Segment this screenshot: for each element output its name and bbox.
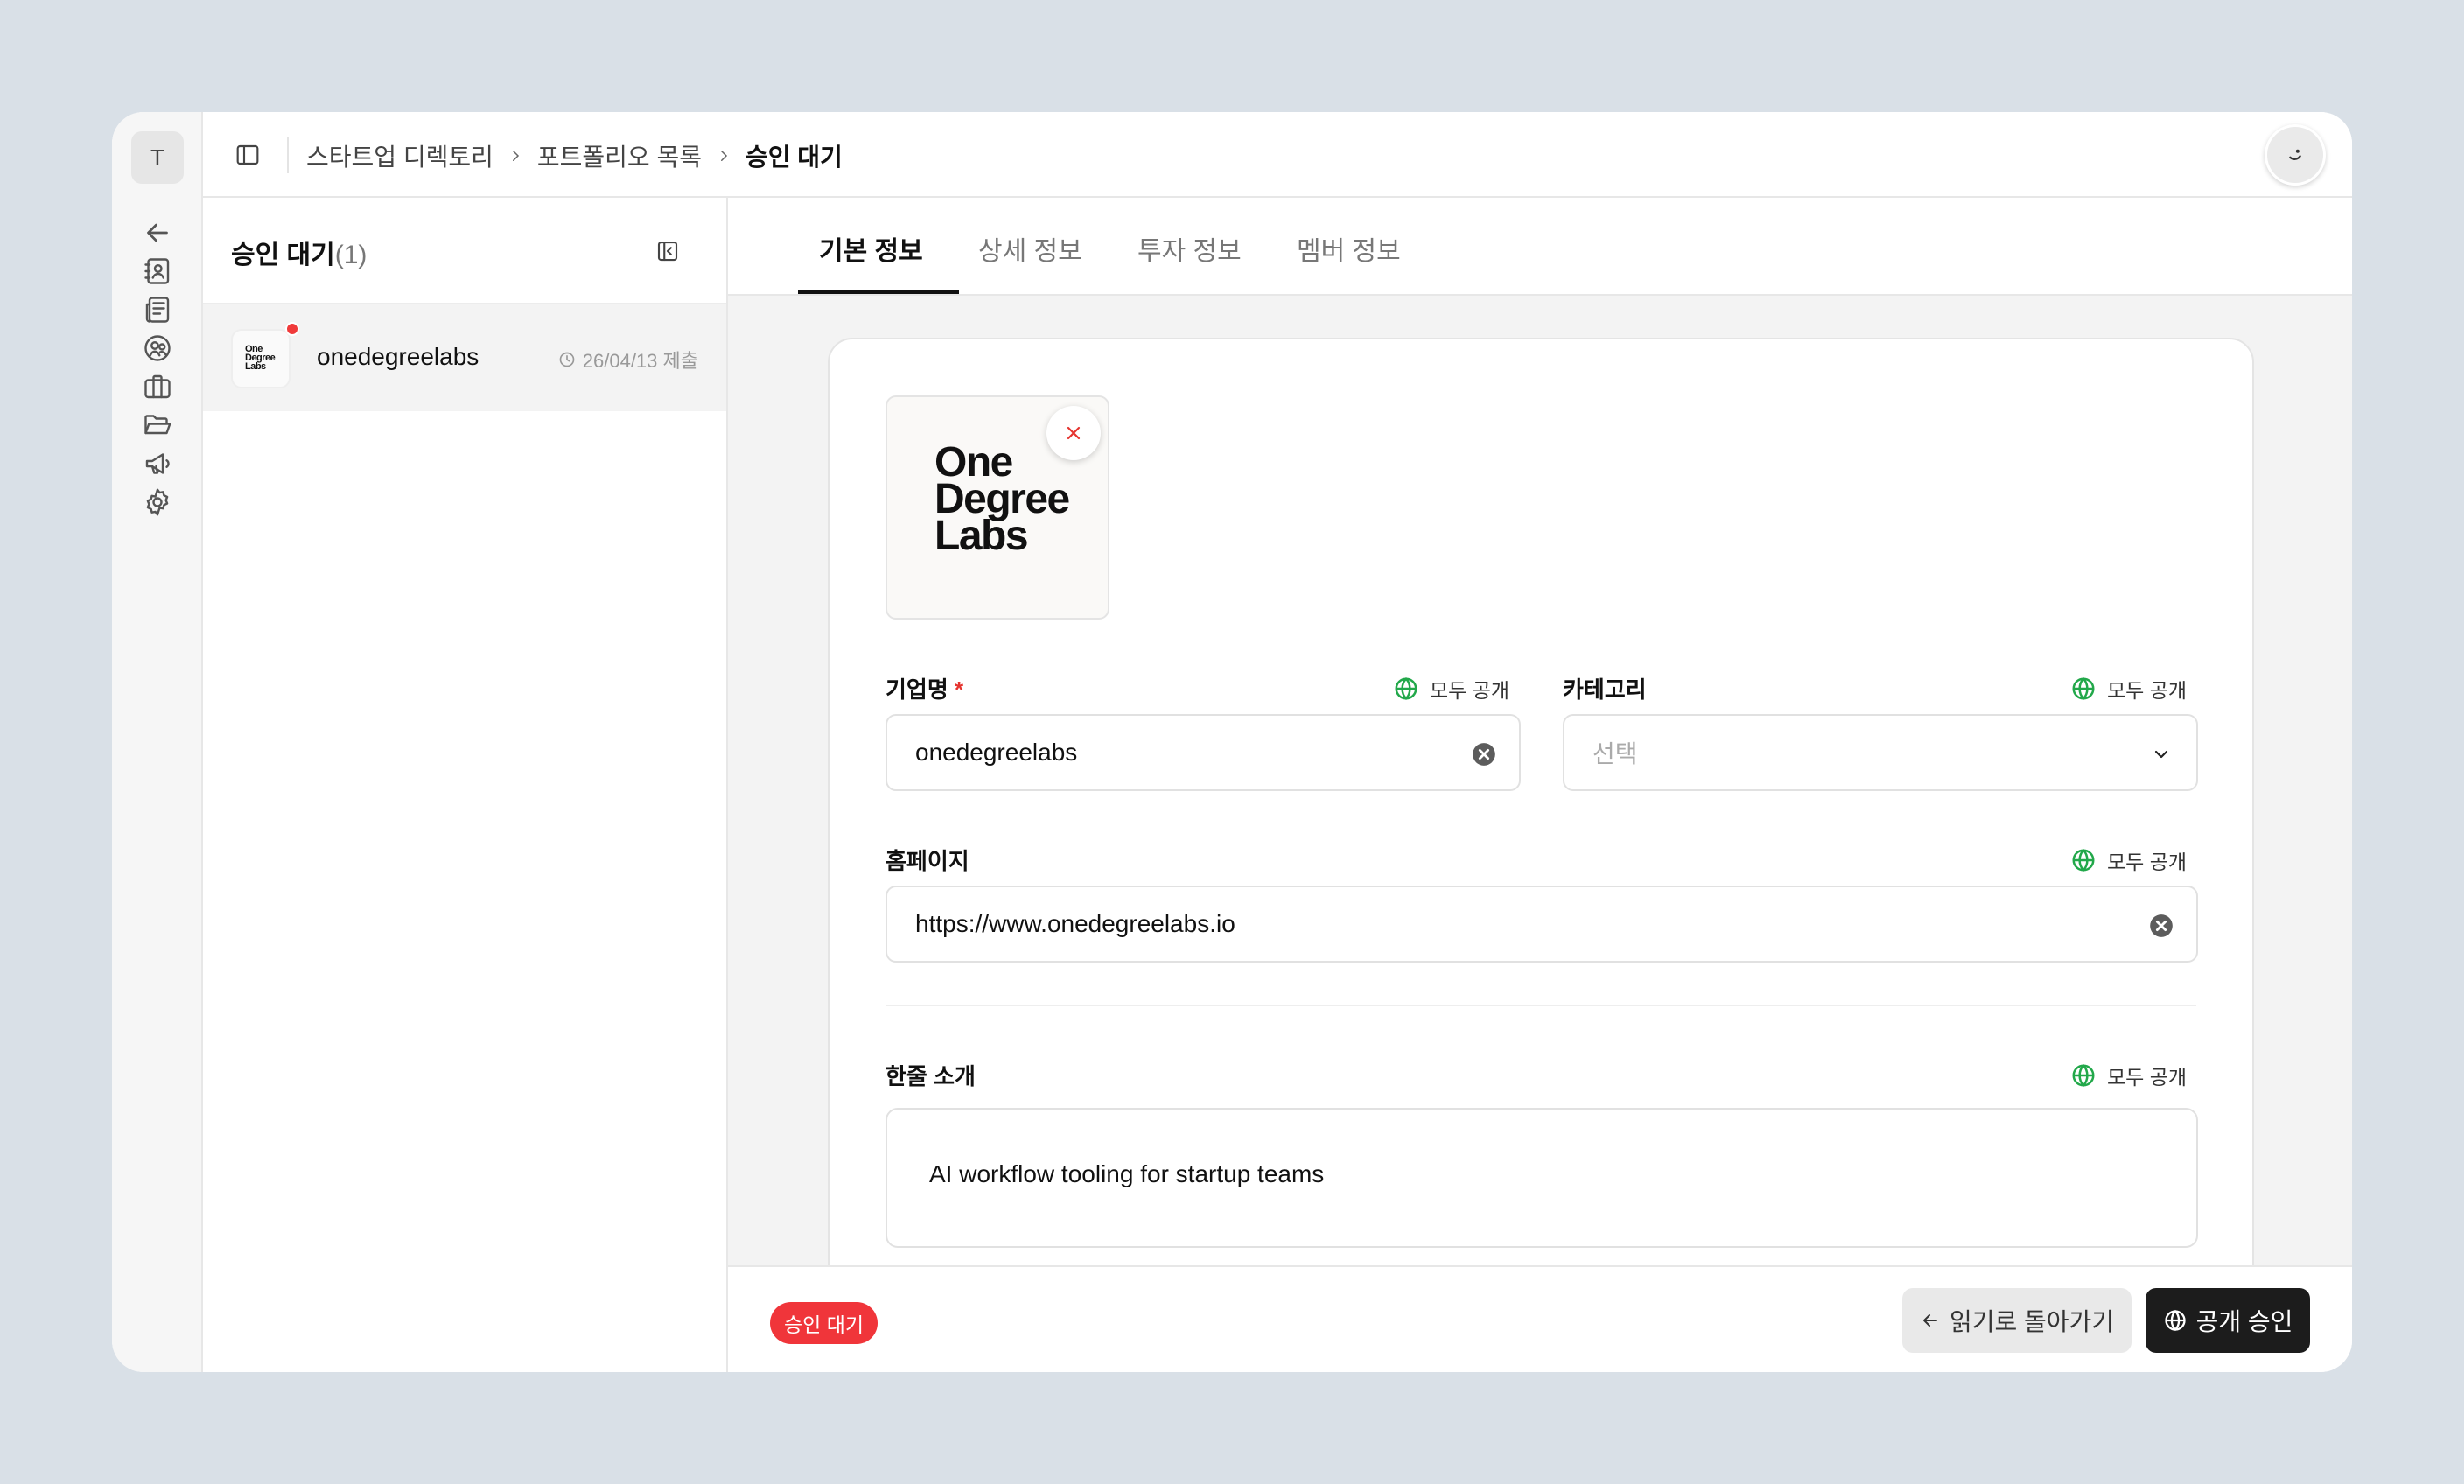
- category-visibility[interactable]: 모두 공개: [2070, 674, 2187, 704]
- tab-basic-info[interactable]: 기본 정보: [819, 229, 923, 268]
- action-footer: 승인 대기 읽기로 돌아가기 공개 승인: [728, 1265, 2352, 1372]
- company-name-field[interactable]: onedegreelabs: [886, 714, 1521, 791]
- list-count: (1): [334, 241, 368, 270]
- company-logo: One Degree Labs: [934, 439, 1070, 559]
- tab-investment-info[interactable]: 투자 정보: [1138, 229, 1242, 268]
- clock-icon: [559, 352, 575, 368]
- arrow-left-icon: [1922, 1314, 1937, 1326]
- globe-icon: [2072, 1063, 2095, 1088]
- list-item-date-text: 26/04/13 제출: [582, 350, 698, 372]
- chevron-right-icon: [716, 148, 732, 164]
- homepage-visibility[interactable]: 모두 공개: [2070, 845, 2187, 875]
- active-tab-indicator: [798, 290, 959, 294]
- breadcrumb-portfolio-list[interactable]: 포트폴리오 목록: [537, 138, 702, 173]
- breadcrumb-current: 승인 대기: [745, 144, 843, 171]
- category-visibility-text: 모두 공개: [2107, 679, 2188, 702]
- tab-member-info[interactable]: 멤버 정보: [1297, 229, 1401, 268]
- tagline-visibility-text: 모두 공개: [2107, 1066, 2188, 1088]
- company-name-visibility-text: 모두 공개: [1430, 679, 1510, 702]
- chevron-down-icon: [2154, 750, 2168, 759]
- contact-book-icon[interactable]: [140, 254, 175, 289]
- settings-gear-icon[interactable]: [140, 485, 175, 520]
- tab-bar: 기본 정보 상세 정보 투자 정보 멤버 정보: [728, 198, 2352, 296]
- category-placeholder: 선택: [1592, 740, 1638, 767]
- sidebar-toggle-icon[interactable]: [231, 138, 264, 172]
- detail-panel: 기본 정보 상세 정보 투자 정보 멤버 정보 One Degree Labs 기업…: [728, 198, 2352, 1372]
- homepage-visibility-text: 모두 공개: [2107, 850, 2188, 873]
- folder-open-icon[interactable]: [140, 408, 175, 443]
- tagline-label: 한줄 소개: [886, 1063, 976, 1089]
- back-arrow-icon[interactable]: [140, 215, 175, 250]
- globe-icon: [1395, 676, 1418, 701]
- list-title-text: 승인 대기: [231, 241, 335, 270]
- list-title: 승인 대기(1): [231, 233, 367, 271]
- company-logo-upload[interactable]: One Degree Labs: [886, 396, 1110, 620]
- homepage-field[interactable]: https://www.onedegreelabs.io: [886, 886, 2198, 962]
- company-name-visibility[interactable]: 모두 공개: [1393, 674, 1509, 704]
- category-label: 카테고리: [1563, 676, 1647, 703]
- company-logo-thumbnail: One Degree Labs: [231, 329, 290, 388]
- public-approve-button[interactable]: 공개 승인: [2146, 1288, 2310, 1353]
- users-icon[interactable]: [140, 331, 175, 366]
- megaphone-icon[interactable]: [140, 446, 175, 481]
- close-icon: [1067, 426, 1081, 440]
- required-mark: *: [955, 676, 964, 703]
- homepage-value: https://www.onedegreelabs.io: [915, 910, 1236, 937]
- toolbar-divider: [287, 136, 289, 173]
- workspace-avatar[interactable]: T: [131, 131, 184, 184]
- globe-icon: [2164, 1309, 2186, 1332]
- clear-input-icon[interactable]: [2149, 914, 2174, 938]
- briefcase-icon[interactable]: [140, 369, 175, 404]
- tab-detail-info[interactable]: 상세 정보: [978, 229, 1082, 268]
- list-item-date: 26/04/13 제출: [558, 346, 698, 374]
- unread-dot: [285, 322, 299, 336]
- top-bar: 스타트업 디렉토리 포트폴리오 목록 승인 대기: [203, 112, 2352, 198]
- breadcrumb-directory[interactable]: 스타트업 디렉토리: [306, 138, 494, 173]
- tagline-visibility[interactable]: 모두 공개: [2070, 1060, 2187, 1090]
- tagline-textarea[interactable]: AI workflow tooling for startup teams: [886, 1108, 2198, 1248]
- nav-rail: T: [112, 112, 203, 1372]
- homepage-label: 홈페이지: [886, 848, 970, 874]
- form-card: One Degree Labs 기업명 * 모두 공개 onedegreelabs …: [828, 338, 2254, 1344]
- newspaper-icon[interactable]: [140, 292, 175, 327]
- back-to-read-button[interactable]: 읽기로 돌아가기: [1902, 1288, 2132, 1353]
- app-window: T 스타트업 디렉토리 포트폴리오 목록 승인 대기 승인 대기(1) One …: [112, 112, 2352, 1372]
- approval-list-panel: 승인 대기(1) One Degree Labs onedegreelabs 26/…: [203, 198, 728, 1372]
- globe-icon: [2072, 848, 2095, 872]
- company-name-label: 기업명 *: [886, 672, 963, 704]
- back-to-read-label: 읽기로 돌아가기: [1949, 1308, 2115, 1335]
- breadcrumb: 스타트업 디렉토리 포트폴리오 목록 승인 대기: [306, 138, 843, 173]
- list-item[interactable]: One Degree Labs onedegreelabs 26/04/13 제출: [203, 304, 726, 411]
- company-name-label-text: 기업명: [886, 676, 948, 703]
- clear-input-icon[interactable]: [1472, 742, 1496, 766]
- company-name-value: onedegreelabs: [915, 738, 1078, 766]
- list-header: 승인 대기(1): [203, 198, 726, 304]
- section-divider: [886, 1004, 2196, 1006]
- category-select[interactable]: 선택: [1563, 714, 2198, 791]
- collapse-panel-icon[interactable]: [653, 236, 682, 266]
- chevron-right-icon: [508, 148, 523, 164]
- public-approve-label: 공개 승인: [2195, 1308, 2293, 1335]
- globe-icon: [2072, 676, 2095, 701]
- list-item-name: onedegreelabs: [317, 343, 480, 370]
- status-badge: 승인 대기: [770, 1302, 878, 1344]
- remove-logo-button[interactable]: [1046, 406, 1101, 460]
- user-avatar[interactable]: [2264, 124, 2326, 186]
